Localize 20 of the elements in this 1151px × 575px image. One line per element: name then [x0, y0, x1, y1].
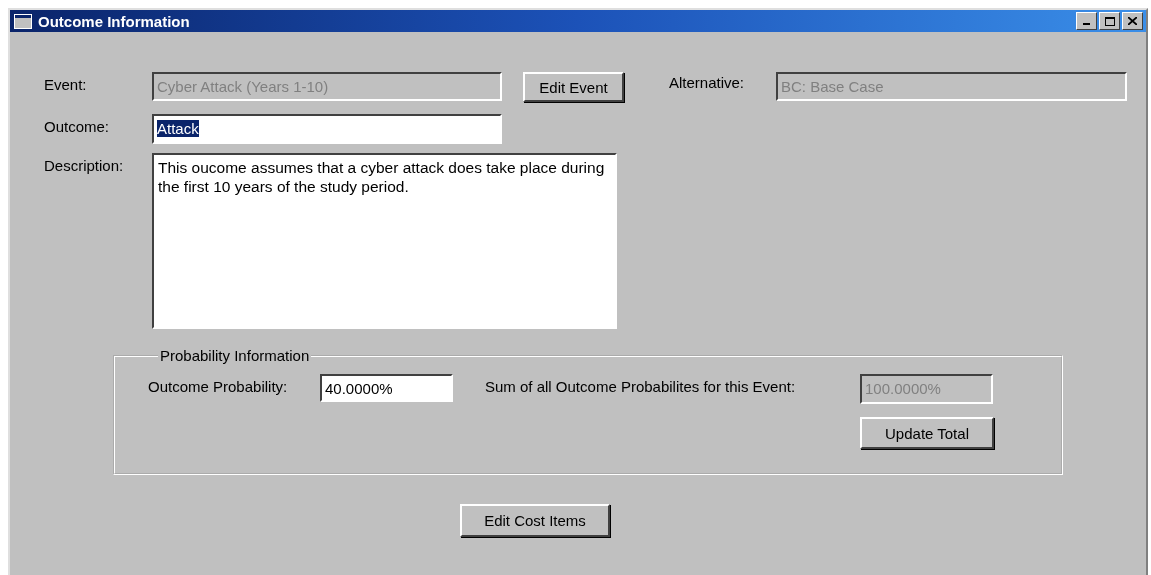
group-title: Probability Information	[159, 347, 311, 364]
field-label: Outcome:	[44, 117, 111, 135]
window-icon	[14, 13, 32, 29]
edit-event-button[interactable]: Edit Event	[523, 72, 624, 102]
field-label: Description:	[44, 156, 125, 174]
field-label: Event:	[44, 75, 88, 93]
minimize-button[interactable]	[1076, 12, 1097, 30]
close-icon	[1128, 17, 1137, 25]
field-label: Alternative:	[669, 73, 746, 91]
update-total-button[interactable]: Update Total	[860, 417, 994, 449]
description-field[interactable]: This oucome assumes that a cyber attack does take place during the first 10 years of the study period.	[152, 153, 617, 329]
field-label: Sum of all Outcome Probabilites for this Event:	[485, 377, 797, 395]
window-title: Outcome Information	[38, 12, 191, 30]
edit-cost-items-button[interactable]: Edit Cost Items	[460, 504, 610, 537]
text-field[interactable]: Attack	[152, 114, 502, 144]
maximize-icon	[1104, 16, 1115, 26]
text-field[interactable]: 40.0000%	[320, 374, 453, 402]
close-button[interactable]	[1122, 12, 1143, 30]
field-label: Outcome Probability:	[148, 377, 289, 395]
maximize-button[interactable]	[1099, 12, 1120, 30]
